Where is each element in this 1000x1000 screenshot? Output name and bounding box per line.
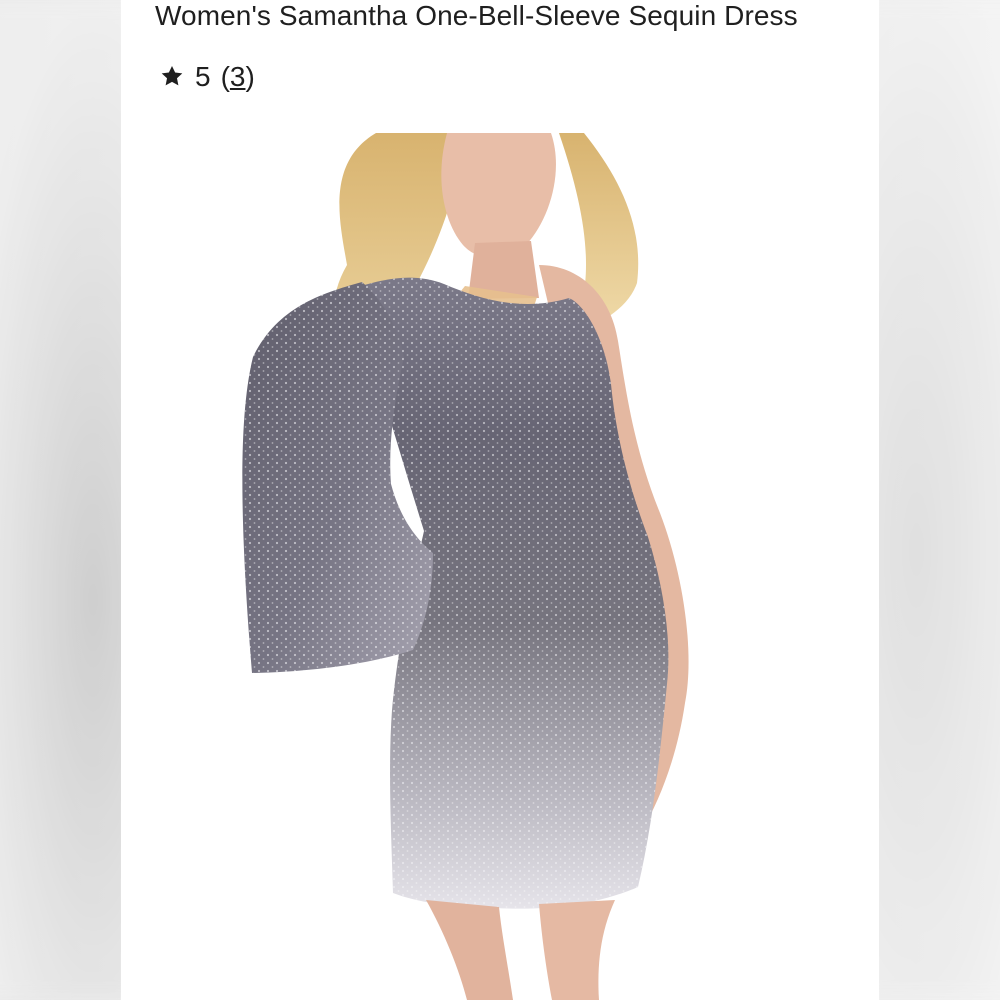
product-card: Women's Samantha One-Bell-Sleeve Sequin …: [121, 0, 879, 1000]
product-page: Women's Samantha One-Bell-Sleeve Sequin …: [0, 0, 1000, 1000]
product-image: [242, 133, 689, 1000]
review-count-open: (: [220, 61, 230, 92]
rating-value: 5: [195, 61, 211, 92]
product-title: Women's Samantha One-Bell-Sleeve Sequin …: [155, 0, 798, 31]
star-icon: [161, 65, 183, 86]
review-count-link[interactable]: 3: [230, 61, 246, 92]
review-count-group: (3): [221, 61, 255, 93]
rating-summary: 5 (3): [159, 60, 255, 94]
review-count-close: ): [245, 61, 255, 92]
